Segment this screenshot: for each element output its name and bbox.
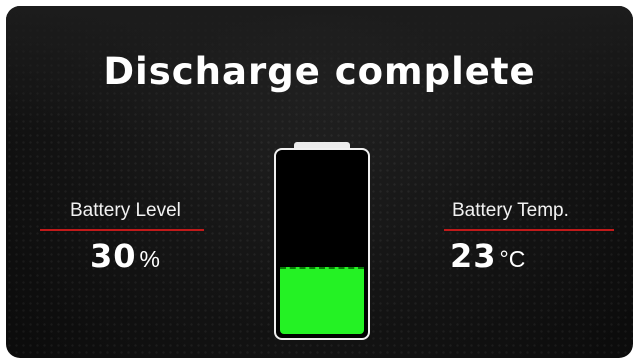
battery-body — [274, 148, 370, 340]
battery-icon — [274, 142, 370, 342]
battery-temp-number: 23 — [450, 237, 497, 275]
battery-temp-stat: Battery Temp. 23 °C — [444, 200, 614, 275]
battery-temp-unit: °C — [499, 246, 526, 272]
battery-temp-divider — [444, 229, 614, 231]
battery-temp-value: 23 °C — [444, 237, 614, 275]
discharge-panel: Discharge complete Battery Level 30% Bat… — [6, 6, 633, 358]
battery-temp-label: Battery Temp. — [452, 200, 569, 221]
battery-level-label: Battery Level — [70, 200, 181, 221]
battery-level-stat: Battery Level 30% — [40, 200, 204, 275]
battery-level-value: 30% — [40, 237, 204, 275]
battery-level-unit: % — [139, 246, 160, 272]
battery-level-number: 30 — [90, 237, 137, 275]
battery-fill-level — [280, 267, 364, 334]
battery-level-divider — [40, 229, 204, 231]
page-title: Discharge complete — [103, 50, 536, 93]
